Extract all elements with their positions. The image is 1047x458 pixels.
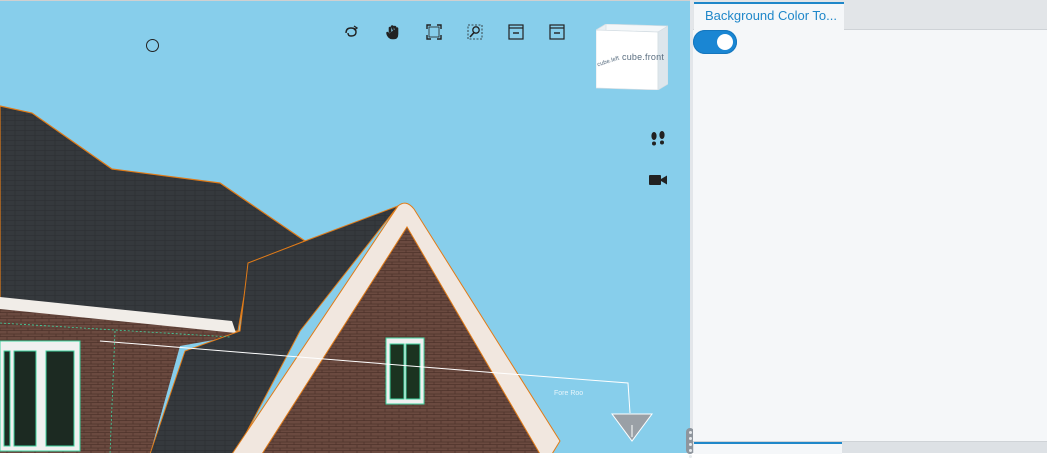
explode-right-icon[interactable] bbox=[548, 23, 566, 41]
bottom-tab[interactable] bbox=[694, 442, 842, 454]
explode-left-icon[interactable] bbox=[507, 23, 525, 41]
3d-viewport[interactable]: cube.front cube.left Fore Roo bbox=[0, 0, 690, 453]
panel-tab-bar: Background Color To... bbox=[693, 0, 1047, 30]
zoom-window-icon[interactable] bbox=[466, 23, 484, 41]
pan-hand-icon[interactable] bbox=[384, 23, 402, 41]
orbit-icon[interactable] bbox=[342, 23, 360, 41]
pivot-cursor bbox=[146, 39, 159, 52]
tab-background-color-toggle[interactable]: Background Color To... bbox=[694, 2, 844, 30]
bottom-tab-bar bbox=[693, 441, 1047, 454]
nav-cube-front-label: cube.front bbox=[622, 52, 665, 62]
fit-to-view-icon[interactable] bbox=[425, 23, 443, 41]
settings-panel: Background Color To... bbox=[693, 0, 1047, 454]
walk-footsteps-icon[interactable] bbox=[648, 130, 668, 148]
camera-icon[interactable] bbox=[648, 171, 668, 189]
background-color-toggle-switch[interactable] bbox=[693, 30, 737, 54]
house-model bbox=[0, 105, 653, 453]
toggle-knob bbox=[717, 34, 733, 50]
model-annotation-label: Fore Roo bbox=[554, 390, 584, 397]
